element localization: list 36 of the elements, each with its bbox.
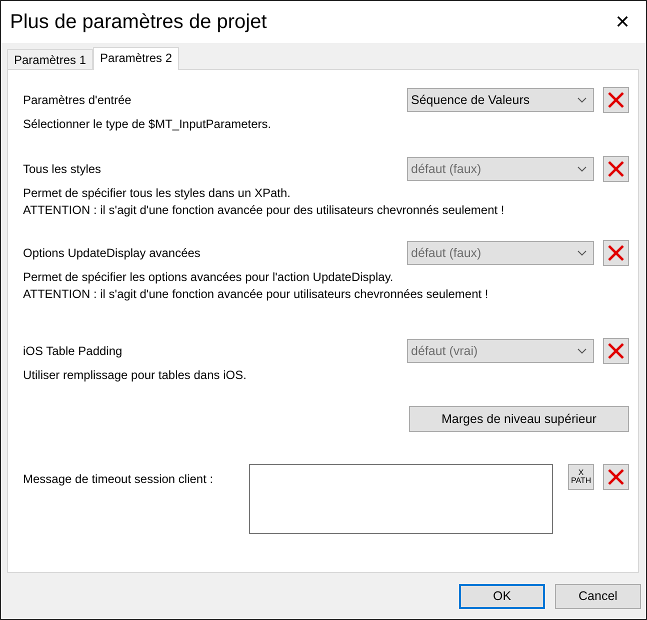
window-title: Plus de paramètres de projet — [10, 10, 267, 35]
caret-icon — [577, 250, 587, 256]
setting-description: Sélectionner le type de $MT_InputParameters. — [23, 116, 272, 133]
tab[interactable]: Paramètres 1 — [7, 49, 94, 69]
close-icon — [607, 244, 625, 262]
setting-description: Permet de spécifier tous les styles dans un XPath. ATTENTION : il s'agit d'une fonction avancée pour des utilisateurs chevronnés seulement ! — [23, 185, 506, 219]
setting-description: Utiliser remplissage pour tables dans iOS. — [23, 367, 248, 384]
caret-icon — [577, 97, 587, 103]
clear-button[interactable] — [603, 240, 629, 266]
setting-label: Options UpdateDisplay avancées — [23, 245, 202, 262]
field-label: Message de timeout session client : — [23, 471, 214, 488]
clear-button[interactable] — [603, 156, 629, 182]
clear-button[interactable] — [603, 464, 629, 490]
close-icon — [607, 91, 625, 109]
close-icon — [607, 342, 625, 360]
margins-button[interactable]: Marges de niveau supérieur — [409, 406, 629, 432]
setting-label: Paramètres d'entrée — [23, 92, 132, 109]
message-field[interactable] — [248, 464, 554, 534]
ok-button[interactable]: OK — [459, 584, 545, 609]
clear-button[interactable] — [603, 338, 629, 364]
dropdown[interactable]: Séquence de Valeurs — [407, 88, 594, 112]
cancel-button[interactable]: Cancel — [555, 584, 641, 609]
caret-icon — [577, 166, 587, 172]
clear-button[interactable] — [603, 87, 629, 113]
close-icon — [607, 468, 626, 486]
setting-label: Tous les styles — [23, 161, 102, 178]
caret-icon — [577, 348, 587, 354]
dropdown[interactable]: défaut (vrai) — [407, 339, 594, 363]
close-button[interactable]: ✕ — [609, 13, 636, 31]
dropdown[interactable]: défaut (faux) — [407, 157, 594, 181]
setting-label: iOS Table Padding — [23, 343, 124, 360]
tab[interactable]: Paramètres 2 — [93, 47, 180, 70]
close-icon — [607, 160, 625, 178]
xpath-button[interactable]: X PATH — [568, 464, 594, 490]
setting-description: Permet de spécifier les options avancées pour l'action UpdateDisplay. ATTENTION : il s'agit d'une fonction avancée pour utilisateurs chevronnées seulement ! — [23, 269, 490, 303]
dropdown[interactable]: défaut (faux) — [407, 241, 594, 265]
